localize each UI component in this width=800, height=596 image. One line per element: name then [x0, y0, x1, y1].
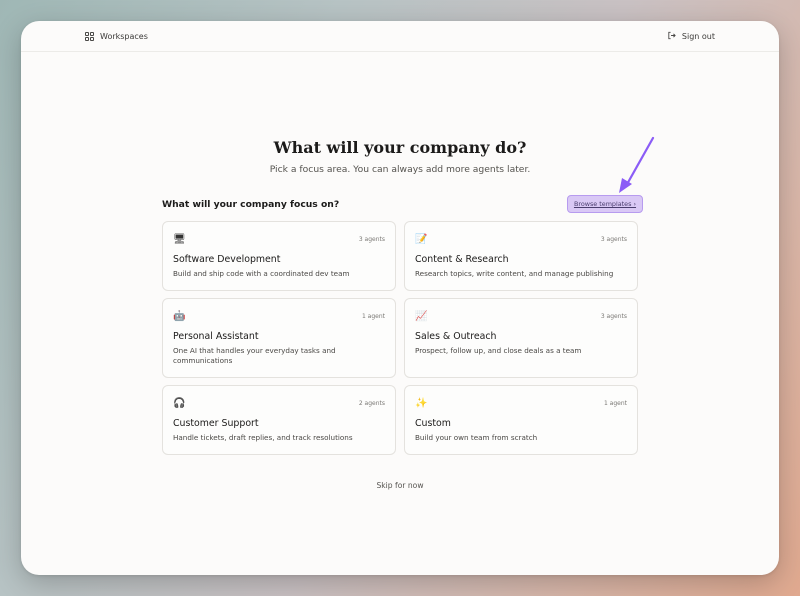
sparkles-icon: ✨ — [415, 398, 428, 409]
desktop-computer-icon: 🖥 — [173, 234, 186, 245]
focus-card-customer-support[interactable]: 🎧 2 agents Customer Support Handle ticke… — [162, 385, 396, 455]
sign-out-label: Sign out — [681, 32, 715, 41]
agent-count: 2 agents — [358, 400, 385, 407]
card-description: One AI that handles your everyday tasks … — [173, 346, 336, 365]
agent-count: 1 agent — [603, 400, 627, 407]
page-title: What will your company do? — [273, 138, 527, 157]
focus-card-sales-outreach[interactable]: 📈 3 agents Sales & Outreach Prospect, fo… — [404, 298, 638, 378]
card-title: Software Development — [173, 254, 281, 265]
robot-icon: 🤖 — [173, 311, 186, 322]
focus-card-content-research[interactable]: 📝 3 agents Content & Research Research t… — [404, 221, 638, 291]
sign-out-button[interactable]: Sign out — [667, 29, 715, 44]
page-subtitle: Pick a focus area. You can always add mo… — [269, 164, 531, 175]
agent-count: 3 agents — [358, 236, 385, 243]
card-title: Content & Research — [415, 254, 509, 265]
skip-for-now-link[interactable]: Skip for now — [21, 481, 779, 490]
card-description: Handle tickets, draft replies, and track… — [173, 433, 353, 442]
agent-count: 1 agent — [361, 313, 385, 320]
agent-count: 3 agents — [600, 236, 627, 243]
agent-count: 3 agents — [600, 313, 627, 320]
chart-increasing-icon: 📈 — [415, 311, 428, 322]
arrow-annotation-icon — [619, 136, 655, 193]
workspaces-button[interactable]: Workspaces — [85, 29, 148, 44]
app-window: Workspaces Sign out What will your compa… — [21, 21, 779, 575]
card-description: Build your own team from scratch — [415, 433, 538, 442]
focus-card-software-development[interactable]: 🖥 3 agents Software Development Build an… — [162, 221, 396, 291]
top-bar: Workspaces Sign out — [21, 21, 779, 52]
log-out-icon — [667, 31, 676, 42]
card-title: Customer Support — [173, 418, 259, 429]
headphones-icon: 🎧 — [173, 398, 186, 409]
workspaces-label: Workspaces — [100, 32, 148, 41]
focus-question: What will your company focus on? — [162, 199, 340, 210]
card-title: Custom — [415, 418, 451, 429]
card-description: Research topics, write content, and mana… — [415, 269, 614, 278]
card-title: Sales & Outreach — [415, 331, 497, 342]
focus-card-custom[interactable]: ✨ 1 agent Custom Build your own team fro… — [404, 385, 638, 455]
card-description: Prospect, follow up, and close deals as … — [415, 346, 582, 355]
memo-icon: 📝 — [415, 234, 428, 245]
focus-card-personal-assistant[interactable]: 🤖 1 agent Personal Assistant One AI that… — [162, 298, 396, 378]
card-title: Personal Assistant — [173, 331, 259, 342]
grid-icon — [85, 32, 94, 41]
card-description: Build and ship code with a coordinated d… — [173, 269, 350, 278]
